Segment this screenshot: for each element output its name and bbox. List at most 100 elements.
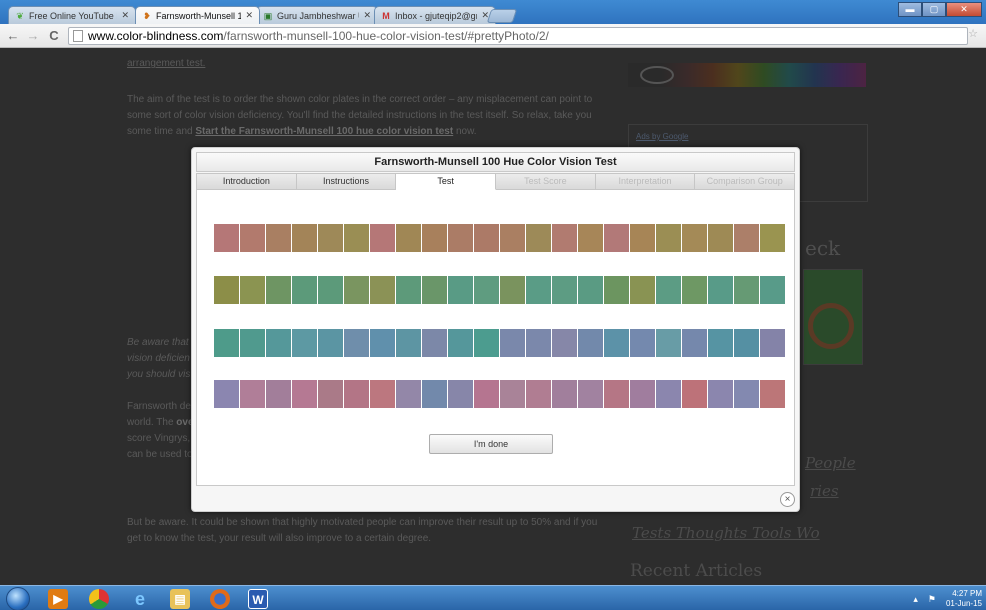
- color-cap[interactable]: [526, 224, 551, 252]
- color-cap[interactable]: [448, 329, 473, 357]
- color-cap[interactable]: [708, 380, 733, 408]
- color-cap[interactable]: [214, 276, 239, 304]
- color-cap[interactable]: [552, 276, 577, 304]
- color-cap[interactable]: [552, 329, 577, 357]
- color-cap[interactable]: [734, 329, 759, 357]
- color-cap[interactable]: [500, 276, 525, 304]
- color-cap[interactable]: [760, 224, 785, 252]
- close-tab-icon[interactable]: ✕: [121, 10, 129, 21]
- color-cap[interactable]: [500, 380, 525, 408]
- maximize-icon[interactable]: ▢: [922, 2, 946, 17]
- color-cap[interactable]: [396, 224, 421, 252]
- color-cap[interactable]: [656, 224, 681, 252]
- tab-guru-jambheshwar[interactable]: ▣ Guru Jambheshwar Unive ✕: [256, 6, 378, 24]
- color-cap[interactable]: [682, 276, 707, 304]
- color-cap[interactable]: [370, 329, 395, 357]
- color-cap[interactable]: [604, 329, 629, 357]
- color-cap[interactable]: [474, 380, 499, 408]
- tab-youtube-downloader[interactable]: ❦ Free Online YouTube Do ✕: [8, 6, 136, 24]
- color-cap[interactable]: [552, 380, 577, 408]
- color-cap[interactable]: [370, 380, 395, 408]
- color-cap[interactable]: [708, 224, 733, 252]
- color-cap[interactable]: [422, 380, 447, 408]
- windows-start-orb[interactable]: [6, 587, 30, 610]
- color-cap[interactable]: [266, 276, 291, 304]
- color-cap[interactable]: [604, 224, 629, 252]
- color-cap[interactable]: [630, 329, 655, 357]
- tab-farnsworth-munsell[interactable]: ❥ Farnsworth-Munsell 100 ✕: [135, 6, 260, 24]
- color-cap[interactable]: [344, 380, 369, 408]
- color-cap[interactable]: [552, 224, 577, 252]
- color-cap[interactable]: [656, 380, 681, 408]
- color-cap[interactable]: [318, 276, 343, 304]
- bookmark-star-icon[interactable]: ☆: [968, 27, 978, 40]
- color-cap[interactable]: [292, 224, 317, 252]
- color-cap[interactable]: [578, 224, 603, 252]
- color-cap[interactable]: [708, 329, 733, 357]
- tab-introduction[interactable]: Introduction: [196, 173, 297, 190]
- color-cap[interactable]: [318, 224, 343, 252]
- color-cap[interactable]: [448, 276, 473, 304]
- color-cap[interactable]: [370, 224, 395, 252]
- tag-people[interactable]: People: [805, 454, 856, 472]
- color-cap[interactable]: [318, 329, 343, 357]
- color-cap[interactable]: [240, 380, 265, 408]
- color-cap[interactable]: [734, 276, 759, 304]
- color-cap[interactable]: [526, 380, 551, 408]
- color-cap[interactable]: [422, 276, 447, 304]
- color-cap[interactable]: [500, 224, 525, 252]
- firefox-icon[interactable]: [210, 589, 230, 609]
- file-explorer-icon[interactable]: ▤: [170, 589, 190, 609]
- color-cap[interactable]: [214, 329, 239, 357]
- im-done-button[interactable]: I'm done: [429, 434, 553, 454]
- color-cap[interactable]: [344, 224, 369, 252]
- media-player-icon[interactable]: ▶: [48, 589, 68, 609]
- color-cap[interactable]: [266, 329, 291, 357]
- back-arrow-icon[interactable]: ←: [6, 28, 20, 44]
- color-cap[interactable]: [240, 224, 265, 252]
- close-tab-icon[interactable]: ✕: [363, 10, 371, 21]
- new-tab-button[interactable]: [486, 9, 518, 23]
- color-cap[interactable]: [292, 380, 317, 408]
- color-cap[interactable]: [578, 329, 603, 357]
- color-cap[interactable]: [370, 276, 395, 304]
- color-cap[interactable]: [422, 329, 447, 357]
- word-icon[interactable]: W: [248, 589, 268, 609]
- color-cap[interactable]: [214, 224, 239, 252]
- tab-gmail-inbox[interactable]: M Inbox - gjuteqip2@gmail. ✕: [374, 6, 496, 24]
- color-cap[interactable]: [292, 329, 317, 357]
- tray-arrow-icon[interactable]: ▴: [913, 594, 918, 605]
- ads-by-google-link[interactable]: Ads by Google: [636, 132, 688, 141]
- color-cap[interactable]: [448, 380, 473, 408]
- color-cap[interactable]: [474, 276, 499, 304]
- color-cap[interactable]: [240, 276, 265, 304]
- color-cap[interactable]: [656, 329, 681, 357]
- color-cap[interactable]: [760, 380, 785, 408]
- color-cap[interactable]: [604, 380, 629, 408]
- color-cap[interactable]: [682, 224, 707, 252]
- color-cap[interactable]: [760, 276, 785, 304]
- color-cap[interactable]: [630, 276, 655, 304]
- color-cap[interactable]: [396, 276, 421, 304]
- color-cap[interactable]: [240, 329, 265, 357]
- color-cap[interactable]: [474, 224, 499, 252]
- tab-instructions[interactable]: Instructions: [296, 173, 397, 190]
- color-cap[interactable]: [266, 380, 291, 408]
- color-cap[interactable]: [292, 276, 317, 304]
- close-window-icon[interactable]: ✕: [946, 2, 982, 17]
- color-cap[interactable]: [578, 276, 603, 304]
- color-cap[interactable]: [708, 276, 733, 304]
- color-cap[interactable]: [682, 380, 707, 408]
- color-cap[interactable]: [214, 380, 239, 408]
- tab-test[interactable]: Test: [396, 173, 497, 190]
- tag-stories[interactable]: ries: [810, 482, 839, 500]
- color-cap[interactable]: [682, 329, 707, 357]
- forward-arrow-icon[interactable]: →: [26, 28, 40, 44]
- color-cap[interactable]: [604, 276, 629, 304]
- minimize-icon[interactable]: ▬: [898, 2, 922, 17]
- color-cap[interactable]: [344, 329, 369, 357]
- color-cap[interactable]: [500, 329, 525, 357]
- chrome-icon[interactable]: [89, 589, 109, 609]
- color-cap[interactable]: [578, 380, 603, 408]
- color-cap[interactable]: [422, 224, 447, 252]
